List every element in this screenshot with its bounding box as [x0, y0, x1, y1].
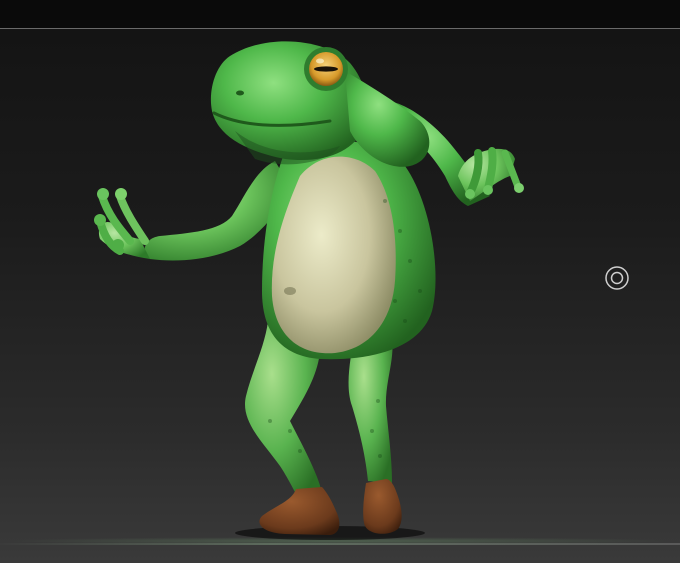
right-hand	[458, 147, 524, 201]
eye	[304, 47, 348, 91]
rotation-target-icon[interactable]	[605, 266, 629, 290]
left-hand	[94, 188, 150, 259]
left-shoe	[259, 487, 340, 535]
top-bar	[0, 0, 680, 28]
belly-shading	[284, 287, 296, 295]
right-shoe	[363, 479, 402, 534]
nostril	[236, 90, 244, 96]
frog-model[interactable]	[0, 28, 680, 563]
3d-viewport[interactable]	[0, 28, 680, 563]
